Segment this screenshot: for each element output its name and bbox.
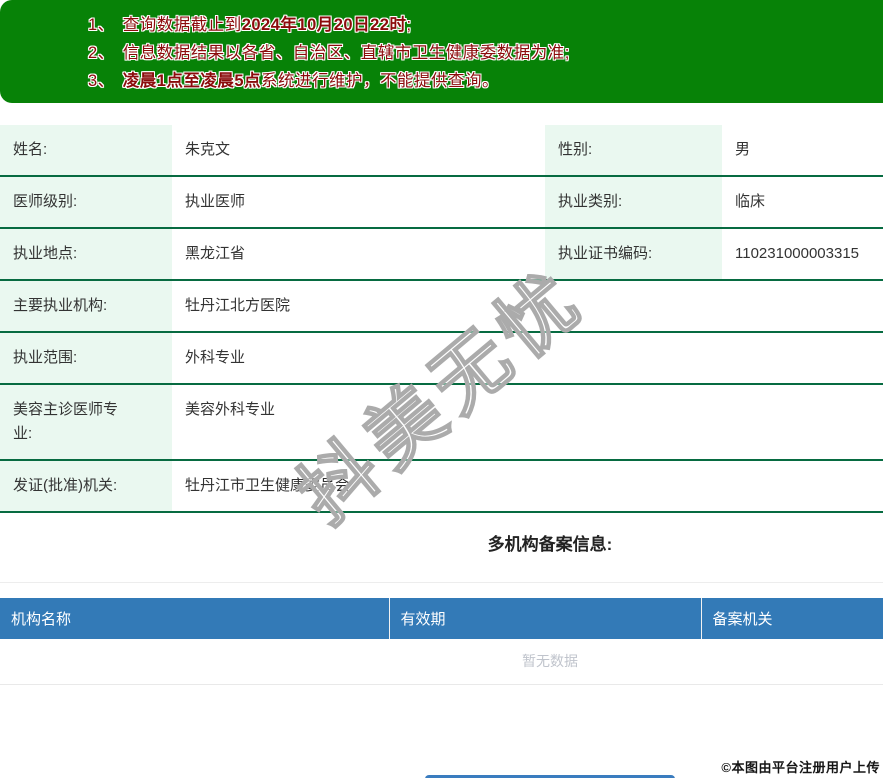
multi-institution-section-title: 多机构备案信息:	[487, 535, 613, 554]
field-value-practice-scope: 外科专业	[172, 332, 883, 385]
field-value-main-institution: 牡丹江北方医院	[172, 280, 883, 333]
field-value-doctor-level: 执业医师	[172, 176, 545, 229]
field-value-practice-category: 临床	[722, 176, 883, 229]
field-value-practice-location: 黑龙江省	[172, 228, 545, 281]
notice-text: ;	[406, 16, 412, 34]
field-label-cosmetic-specialty: 美容主诊医师专业:	[0, 384, 172, 461]
field-label-practice-scope: 执业范围:	[0, 332, 172, 385]
field-value-gender: 男	[722, 125, 883, 177]
field-label-name: 姓名:	[0, 125, 172, 177]
notice-line-3: 3、 凌晨1点至凌晨5点系统进行维护，不能提供查询。	[0, 67, 883, 95]
content-area: 1、 查询数据截止到2024年10月20日22时; 2、 信息数据结果以各省、自治区…	[0, 0, 883, 778]
records-header-row: 机构名称 有效期 备案机关	[0, 598, 883, 639]
table-row: 执业范围: 外科专业	[0, 332, 883, 385]
notice-text: 信息数据结果以各省、自治区、直辖市卫生健康委数据为准;	[122, 44, 570, 62]
table-row: 执业地点: 黑龙江省 执业证书编码: 110231000003315	[0, 228, 883, 281]
table-row: 医师级别: 执业医师 执业类别: 临床	[0, 176, 883, 229]
column-header-validity-period: 有效期	[389, 598, 702, 639]
field-label-certificate-no: 执业证书编码:	[545, 228, 722, 281]
notice-banner: 1、 查询数据截止到2024年10月20日22时; 2、 信息数据结果以各省、自治区…	[0, 0, 883, 103]
table-row: 主要执业机构: 牡丹江北方医院	[0, 280, 883, 333]
notice-line-1: 1、 查询数据截止到2024年10月20日22时;	[0, 11, 883, 39]
field-label-doctor-level: 医师级别:	[0, 176, 172, 229]
field-value-issuing-authority: 牡丹江市卫生健康委员会	[172, 460, 883, 513]
notice-number: 2、	[88, 44, 115, 62]
field-value-certificate-no: 110231000003315	[722, 228, 883, 281]
notice-number: 3、	[88, 72, 115, 90]
notice-text: 查询数据截止到	[122, 16, 242, 34]
notice-line-2: 2、 信息数据结果以各省、自治区、直辖市卫生健康委数据为准;	[0, 39, 883, 67]
column-header-institution-name: 机构名称	[0, 598, 390, 639]
field-label-main-institution: 主要执业机构:	[0, 280, 172, 333]
notice-text-bold: 凌晨1点至凌晨5点	[122, 72, 262, 90]
records-empty-row: 暂无数据	[0, 639, 883, 685]
column-header-record-authority: 备案机关	[701, 598, 883, 639]
corner-watermark: ©本图由平台注册用户上传	[721, 760, 880, 775]
empty-data-message: 暂无数据	[0, 639, 883, 685]
field-label-practice-category: 执业类别:	[545, 176, 722, 229]
doctor-profile-table: 姓名: 朱克文 性别: 男 医师级别: 执业医师 执业类别: 临床 执业地点: …	[0, 125, 883, 513]
field-value-cosmetic-specialty: 美容外科专业	[172, 384, 883, 461]
notice-text-bold: 2024年10月20日22时	[241, 16, 407, 34]
field-label-issuing-authority: 发证(批准)机关:	[0, 460, 172, 513]
table-row: 姓名: 朱克文 性别: 男	[0, 125, 883, 177]
field-label-gender: 性别:	[545, 125, 722, 177]
notice-text: 系统进行维护，不能提供查询。	[261, 72, 500, 90]
records-panel: 机构名称 有效期 备案机关 暂无数据	[0, 582, 883, 685]
table-row: 美容主诊医师专业: 美容外科专业	[0, 384, 883, 461]
field-value-name: 朱克文	[172, 125, 545, 177]
notice-number: 1、	[88, 16, 115, 34]
table-row: 发证(批准)机关: 牡丹江市卫生健康委员会	[0, 460, 883, 513]
records-table: 机构名称 有效期 备案机关 暂无数据	[0, 598, 883, 685]
field-label-practice-location: 执业地点:	[0, 228, 172, 281]
page: 1、 查询数据截止到2024年10月20日22时; 2、 信息数据结果以各省、自治区…	[0, 0, 883, 778]
